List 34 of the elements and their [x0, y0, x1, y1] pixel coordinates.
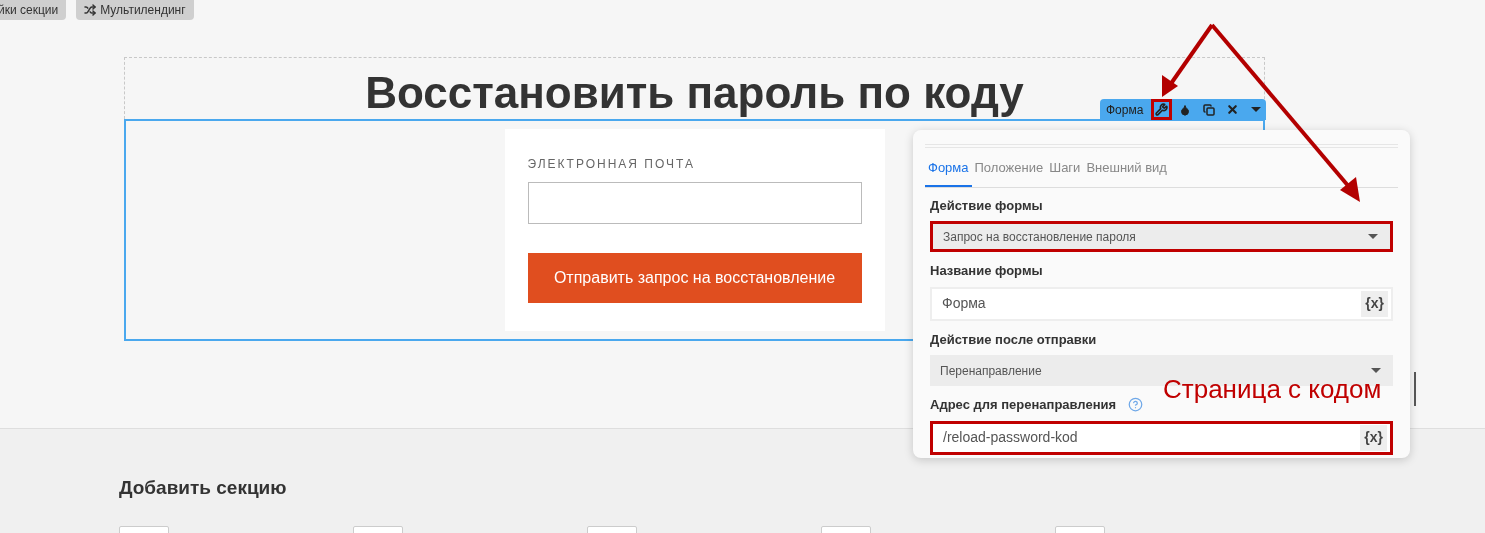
toolbar-icon-button[interactable]	[1151, 99, 1172, 120]
text-field[interactable]: Форма {x}	[930, 286, 1393, 321]
select-value: Перенаправление	[940, 362, 1042, 380]
section-toolbar-button[interactable]: Мультилендинг	[76, 0, 194, 20]
select-field[interactable]: Запрос на восстановление пароля	[930, 221, 1393, 252]
add-section-heading: Добавить секцию	[119, 476, 288, 500]
variable-button[interactable]: {x}	[1361, 290, 1388, 317]
panel-tab[interactable]: Внешний вид	[1083, 158, 1170, 187]
caret-icon	[1371, 368, 1381, 373]
text-field[interactable]: /reload-password-kod {x}	[930, 420, 1393, 455]
submit-button[interactable]: Отправить запрос на восстановление	[527, 253, 862, 303]
element-label: Форма	[1106, 101, 1144, 119]
field-label: Действие формы	[930, 196, 1043, 215]
page-title: Восстановить пароль по коду	[365, 70, 1024, 115]
field-value: Форма	[942, 294, 986, 313]
variable-button[interactable]: {x}	[1360, 424, 1387, 451]
help-icon[interactable]	[1128, 397, 1144, 413]
field-label: Адрес для перенаправления	[930, 396, 1117, 414]
close-icon	[1226, 103, 1240, 116]
wrench-icon	[1155, 103, 1169, 116]
field-value: /reload-password-kod	[943, 428, 1078, 447]
copy-icon	[1203, 103, 1216, 116]
panel-tab[interactable]: Положение	[971, 158, 1047, 187]
panel-tab[interactable]: Форма	[925, 158, 972, 187]
select-value: Запрос на восстановление пароля	[943, 228, 1136, 246]
caret-icon	[1251, 107, 1262, 112]
shuffle-icon	[84, 4, 97, 16]
caret-icon	[1368, 234, 1378, 239]
field-label: Название формы	[930, 262, 1043, 280]
field-label: ЭЛЕКТРОННАЯ ПОЧТА	[527, 156, 696, 173]
drop-icon	[1179, 103, 1192, 116]
panel-tab[interactable]: Шаги	[1046, 158, 1084, 187]
field-label: Действие после отправки	[930, 330, 1097, 349]
email-field[interactable]	[527, 182, 862, 224]
